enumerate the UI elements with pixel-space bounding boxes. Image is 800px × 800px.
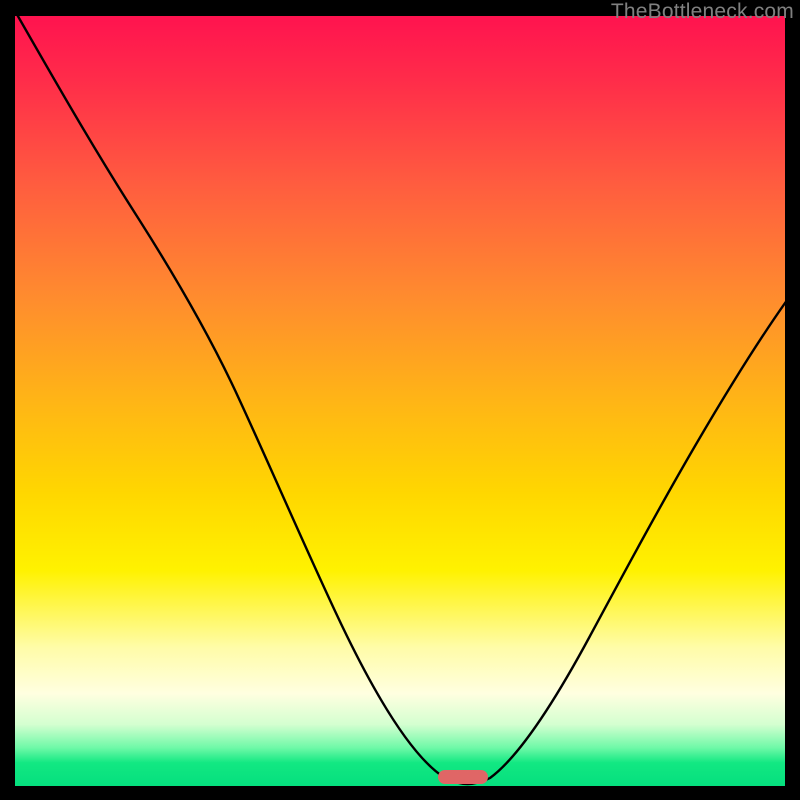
watermark-text: TheBottleneck.com [611, 0, 794, 24]
bottleneck-curve-svg [15, 16, 785, 786]
optimal-marker-pill [438, 770, 488, 784]
chart-frame: TheBottleneck.com [0, 0, 800, 800]
plot-area [15, 16, 785, 786]
bottleneck-curve-path [15, 16, 785, 784]
